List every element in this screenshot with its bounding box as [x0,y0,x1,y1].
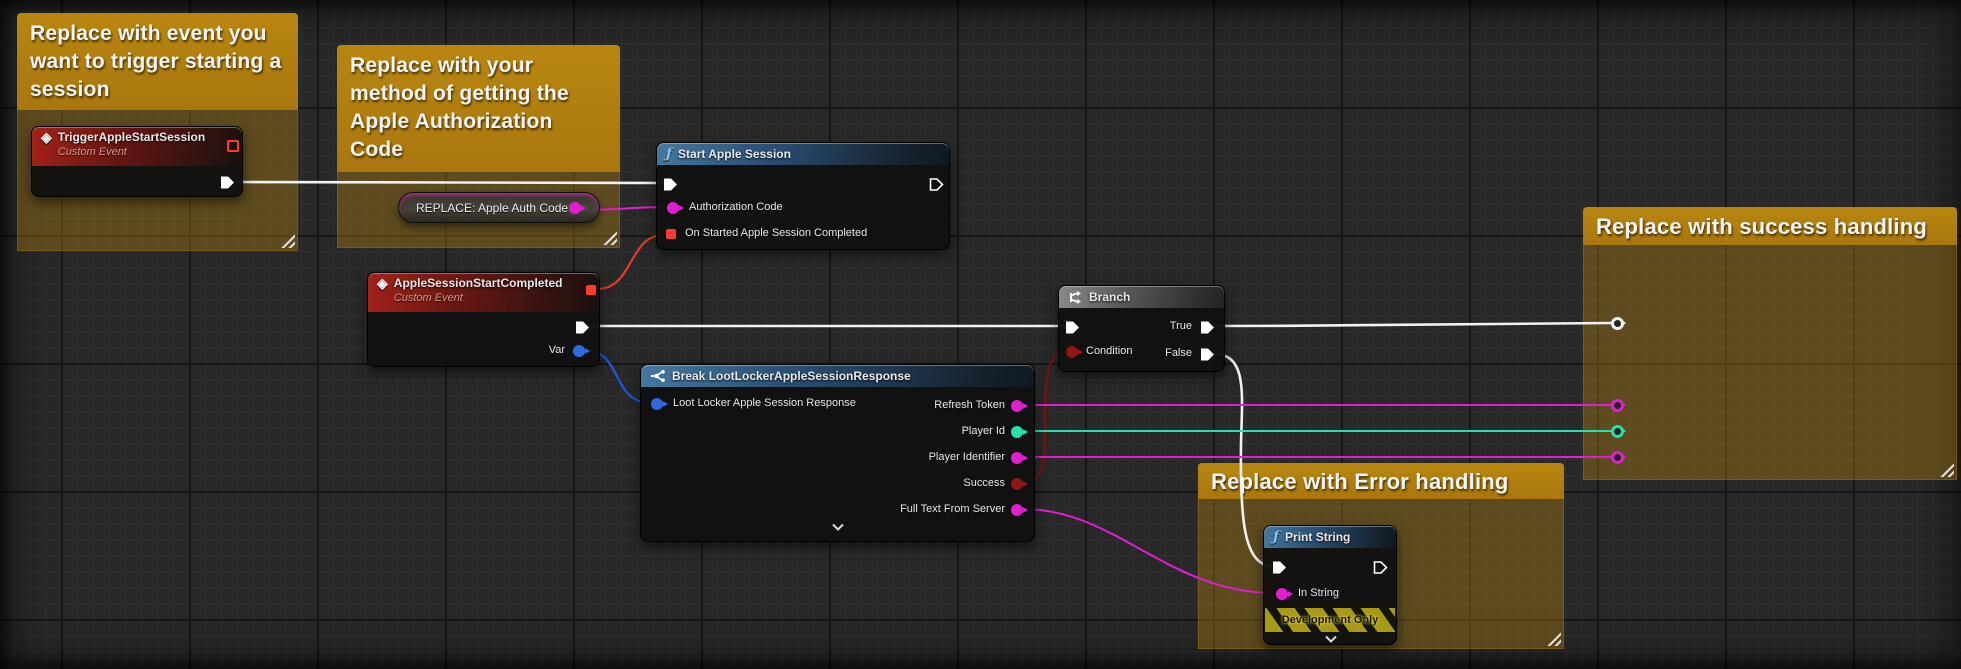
expand-pins-chevron-icon[interactable] [831,523,845,531]
node-trigger-apple-start-session[interactable]: ◈ TriggerAppleStartSession Custom Event [31,126,243,197]
exec-pin-true[interactable] [1200,320,1215,335]
exec-pin-input[interactable] [1272,560,1287,575]
node-apple-session-start-completed[interactable]: ◈ AppleSessionStartCompleted Custom Even… [367,272,600,367]
pin-label-refresh-token: Refresh Token [934,399,1005,411]
node-title: TriggerAppleStartSession [57,130,206,144]
node-break-lootlocker-apple-session-response[interactable]: Break LootLockerAppleSessionResponse Loo… [640,364,1035,542]
reroute-knot-player-identifier[interactable] [1611,451,1626,464]
pin-label-on-completed: On Started Apple Session Completed [685,227,868,239]
node-title: Start Apple Session [678,147,791,161]
reroute-knot-exec[interactable] [1611,317,1626,330]
object-pin-var[interactable] [573,345,590,357]
comment-success-handling-body [1583,245,1957,480]
delegate-pin-output[interactable] [227,140,239,152]
pin-label-player-id: Player Id [961,425,1005,437]
pin-label-authorization-code: Authorization Code [689,201,783,213]
branch-icon [1070,290,1081,304]
comment-success-handling[interactable]: Replace with success handling [1583,207,1957,480]
node-title: AppleSessionStartCompleted [393,276,563,290]
bool-pin-success[interactable] [1011,478,1028,490]
development-only-banner: Development Only [1265,608,1395,632]
pin-label-session-response: Loot Locker Apple Session Response [673,397,856,409]
string-pin-player-identifier[interactable] [1011,452,1028,464]
pin-label-player-identifier: Player Identifier [928,451,1005,463]
node-print-string[interactable]: ƒ Print String In String Development Onl… [1263,525,1397,645]
reroute-knot-player-id[interactable] [1611,425,1626,438]
node-title: Print String [1285,530,1351,544]
pin-label-condition: Condition [1086,345,1133,357]
pin-label-in-string: In String [1298,587,1339,599]
exec-pin-input[interactable] [663,177,678,192]
comment-success-handling-title: Replace with success handling [1583,207,1957,245]
node-branch[interactable]: Branch True Condition False [1058,285,1225,372]
exec-pin-output[interactable] [929,177,944,192]
pill-label: REPLACE: Apple Auth Code [415,200,569,215]
exec-pin-false[interactable] [1200,347,1215,362]
wire-exec-true-to-success [1213,321,1612,328]
break-struct-icon [651,370,665,382]
string-pin-refresh-token[interactable] [1011,400,1028,412]
pin-label-var: Var [548,344,565,356]
comment-trigger-session-title: Replace with event you want to trigger s… [17,13,298,110]
node-replace-apple-auth-code[interactable]: REPLACE: Apple Auth Code [398,192,600,223]
node-subtitle: Custom Event [57,146,127,158]
exec-pin-output[interactable] [220,175,235,190]
int-pin-player-id[interactable] [1011,426,1028,438]
node-title: Break LootLockerAppleSessionResponse [672,369,911,383]
node-subtitle: Custom Event [393,292,463,304]
blueprint-graph-canvas[interactable]: Replace with event you want to trigger s… [0,0,1961,669]
node-start-apple-session[interactable]: ƒ Start Apple Session Authorization Code… [656,142,950,250]
function-icon: ƒ [666,146,673,162]
exec-pin-output[interactable] [1373,560,1388,575]
node-title: Branch [1089,290,1131,304]
bool-pin-condition[interactable] [1066,346,1083,358]
comment-error-handling-title: Replace with Error handling [1198,463,1564,499]
pin-label-false: False [1165,347,1192,359]
expand-pins-chevron-icon[interactable] [1324,635,1338,643]
string-pin-in-string[interactable] [1276,588,1293,600]
pin-label-full-text: Full Text From Server [900,503,1005,515]
pin-label-true: True [1169,320,1192,332]
exec-pin-output[interactable] [575,320,590,335]
comment-auth-code-title: Replace with your method of getting the … [337,45,620,172]
exec-pin-input[interactable] [1065,320,1080,335]
string-pin-full-text[interactable] [1011,504,1028,516]
string-pin-authorization-code[interactable] [667,202,684,214]
delegate-pin-on-completed[interactable] [666,229,676,239]
reroute-knot-refresh-token[interactable] [1611,399,1626,412]
string-pin-output[interactable] [569,202,586,214]
pin-label-success: Success [963,477,1005,489]
function-icon: ƒ [1273,529,1280,545]
custom-event-icon: ◈ [41,129,52,145]
delegate-pin-output[interactable] [586,285,596,295]
object-pin-session-response[interactable] [651,398,668,410]
custom-event-icon: ◈ [377,275,388,291]
